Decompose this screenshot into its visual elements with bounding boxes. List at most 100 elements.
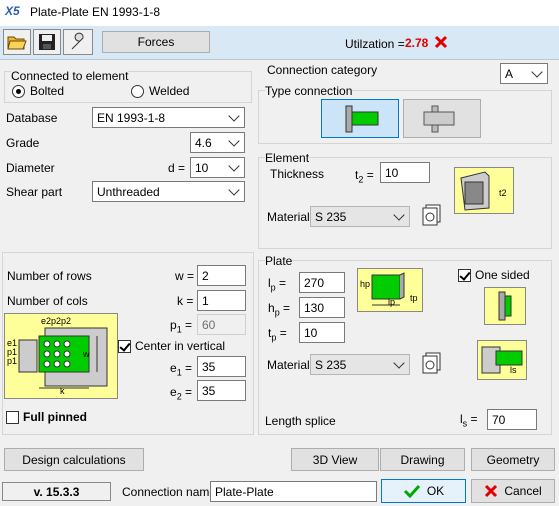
- connection-name-label: Connection name: [122, 485, 217, 499]
- rows-input[interactable]: 2: [197, 265, 246, 286]
- shear-value: Unthreaded: [97, 184, 160, 199]
- floppy-disk-icon: [39, 34, 55, 50]
- material-library-icon: [422, 352, 441, 374]
- ls-input[interactable]: 70: [487, 409, 537, 430]
- diagram-k: k: [60, 386, 65, 396]
- splice-plate-icon: [481, 346, 523, 374]
- full-pinned-checkbox[interactable]: Full pinned: [6, 410, 87, 424]
- cols-input[interactable]: 1: [197, 290, 246, 311]
- diagram-e2p2p2: e2p2p2: [41, 316, 72, 326]
- design-calculations-button[interactable]: Design calculations: [4, 448, 144, 471]
- welded-radio-dot: [131, 84, 144, 98]
- thickness-label: Thickness: [270, 167, 325, 181]
- plate-two-sided-icon: [423, 105, 455, 132]
- wrench-icon: [71, 32, 84, 50]
- center-vertical-label: Center in vertical: [135, 339, 226, 353]
- full-pinned-label: Full pinned: [23, 410, 87, 424]
- center-vertical-check: [118, 339, 131, 353]
- lp-input[interactable]: 270: [299, 272, 345, 293]
- database-select[interactable]: EN 1993-1-8: [92, 107, 245, 128]
- t2-input[interactable]: 10: [380, 162, 430, 183]
- e2-label: e2 =: [170, 385, 193, 402]
- one-sided-diagram: [484, 287, 526, 325]
- fail-cross-icon: [434, 35, 448, 49]
- splice-diagram-ls: ls: [510, 365, 517, 375]
- plate-one-sided-icon: [345, 105, 379, 132]
- full-pinned-check: [6, 410, 19, 424]
- grade-select[interactable]: 4.6: [190, 132, 245, 153]
- type-two-sided-button[interactable]: [403, 99, 481, 138]
- one-sided-checkbox[interactable]: One sided: [458, 268, 530, 282]
- d-label: d =: [168, 161, 186, 175]
- diameter-label: Diameter: [6, 161, 55, 175]
- welded-label: Welded: [149, 84, 190, 98]
- close-icon: [485, 484, 498, 498]
- connection-name-input[interactable]: Plate-Plate: [210, 481, 377, 502]
- type-connection-label: Type connection: [265, 84, 353, 98]
- bolted-radio[interactable]: Bolted: [12, 84, 64, 98]
- t2-label: t2 =: [355, 168, 374, 185]
- plate-material-value: S 235: [315, 357, 347, 372]
- p1-label: p1 =: [170, 318, 193, 335]
- center-vertical-checkbox[interactable]: Center in vertical: [118, 339, 225, 353]
- forces-button[interactable]: Forces: [102, 31, 210, 53]
- diameter-select[interactable]: 10: [190, 157, 245, 178]
- utilization-value: 2.78: [405, 36, 429, 50]
- cancel-button[interactable]: Cancel: [471, 479, 555, 503]
- element-diagram-t2: t2: [499, 188, 507, 198]
- bolted-radio-dot: [12, 84, 25, 98]
- hp-label: hp =: [268, 301, 291, 318]
- one-sided-check: [458, 268, 471, 282]
- lp-label: lp =: [268, 276, 287, 293]
- plate-diagram-lp: lp: [388, 297, 396, 307]
- diameter-value: 10: [195, 160, 209, 175]
- tp-input[interactable]: 10: [299, 322, 345, 343]
- plate-diagram-tp: tp: [410, 293, 418, 303]
- diagram-p1b: p1: [7, 356, 18, 366]
- shear-select[interactable]: Unthreaded: [92, 181, 245, 202]
- chevron-down-icon: [228, 109, 240, 122]
- save-button[interactable]: [33, 29, 61, 55]
- 3d-view-button[interactable]: 3D View: [291, 448, 379, 471]
- plate-dimensions-diagram: hp lp tp: [357, 268, 423, 312]
- database-label: Database: [6, 111, 58, 125]
- cancel-label: Cancel: [504, 484, 542, 498]
- tp-label: tp =: [268, 326, 287, 343]
- plate-material-select[interactable]: S 235: [310, 354, 410, 375]
- element-material-label: Material: [267, 210, 310, 224]
- e2-input[interactable]: 35: [197, 380, 246, 401]
- grade-value: 4.6: [195, 135, 212, 150]
- title-bar: X5 Plate-Plate EN 1993-1-8: [0, 0, 559, 26]
- element-material-library-button[interactable]: [420, 204, 442, 228]
- ok-button[interactable]: OK: [381, 479, 466, 503]
- type-one-sided-button[interactable]: [321, 99, 399, 138]
- hp-input[interactable]: 130: [299, 297, 345, 318]
- plate-material-library-button[interactable]: [420, 352, 442, 376]
- chevron-down-icon: [228, 134, 240, 147]
- shear-label: Shear part: [6, 185, 63, 199]
- checkmark-icon: [403, 484, 420, 498]
- geometry-button[interactable]: Geometry: [471, 448, 555, 471]
- window-title: Plate-Plate EN 1993-1-8: [30, 5, 161, 19]
- plate-material-label: Material: [267, 358, 310, 372]
- database-value: EN 1993-1-8: [97, 110, 166, 125]
- e1-input[interactable]: 35: [197, 356, 246, 377]
- folder-open-icon: [7, 36, 27, 50]
- tools-button[interactable]: [63, 29, 93, 55]
- welded-radio[interactable]: Welded: [131, 84, 189, 98]
- length-splice-label: Length splice: [265, 414, 336, 428]
- app-logo-icon: X5: [5, 4, 20, 18]
- drawing-button[interactable]: Drawing: [380, 448, 465, 471]
- open-button[interactable]: [3, 29, 31, 55]
- bolted-label: Bolted: [30, 84, 65, 98]
- category-select[interactable]: A: [500, 63, 548, 84]
- element-material-select[interactable]: S 235: [310, 206, 410, 227]
- w-label: w =: [175, 269, 195, 283]
- category-label: Connection category: [267, 63, 378, 77]
- diagram-w: w: [83, 349, 90, 359]
- element-material-value: S 235: [315, 209, 347, 224]
- k-label: k =: [177, 294, 194, 308]
- e1-label: e1 =: [170, 361, 193, 378]
- bolt-layout-diagram: e2p2p2 e1 p1 p1 w k: [4, 313, 118, 399]
- p1-input[interactable]: 60: [197, 314, 246, 335]
